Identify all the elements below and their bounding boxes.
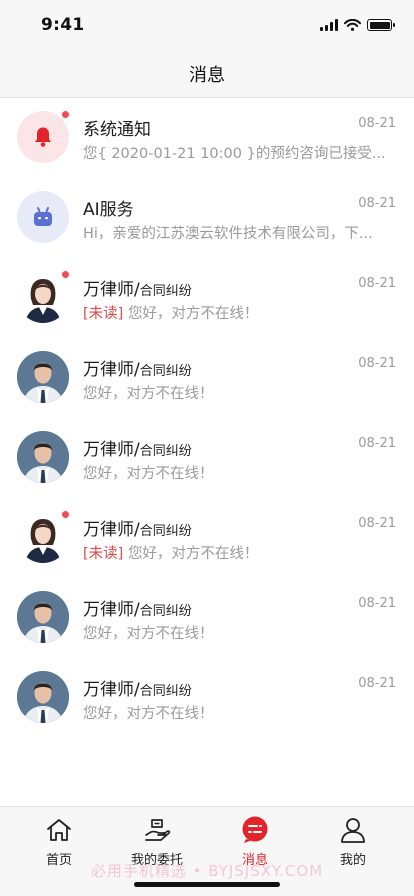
message-subtitle: 合同纠纷 [139,604,192,619]
message-title: 万律师/合同纠纷 [83,680,192,700]
unread-tag: [未读] [83,306,124,322]
message-date: 08-21 [358,116,396,131]
message-date: 08-21 [358,196,396,211]
message-title: 万律师/合同纠纷 [83,440,192,460]
avatar [17,591,69,643]
watermark: 必用手机精选 • BYJSJSXY.COM [90,862,324,880]
message-title: AI服务 [83,200,134,220]
message-row-lawyer[interactable]: 万律师/合同纠纷 08-21 您好，对方不在线！ [0,659,414,739]
avatar [17,671,69,723]
message-title: 万律师/合同纠纷 [83,280,192,300]
message-preview: 您好，对方不在线！ [83,706,214,722]
message-date: 08-21 [358,676,396,691]
home-indicator [134,882,280,887]
message-row-lawyer[interactable]: 万律师/合同纠纷 08-21 您好，对方不在线！ [0,419,414,499]
unread-dot [61,110,70,119]
avatar [17,510,70,563]
avatar [17,351,69,403]
woman-lawyer-avatar [17,511,69,563]
message-title: 万律师/合同纠纷 [83,520,192,540]
message-preview: 您好，对方不在线！ [83,466,214,482]
message-preview: [未读] 您好，对方不在线！ [83,306,259,322]
avatar [17,110,70,163]
status-icons [320,19,395,31]
woman-lawyer-avatar [17,271,69,323]
message-subtitle: 合同纠纷 [139,524,192,539]
message-title: 万律师/合同纠纷 [83,360,192,380]
home-icon [47,819,71,841]
message-preview: 您好，对方不在线！ [83,626,214,642]
message-row-ai[interactable]: AI服务 08-21 Hi，亲爱的江苏澳云软件技术有限公司，下... [0,179,414,259]
bell-icon [35,127,51,147]
message-title: 系统通知 [83,120,151,140]
battery-icon [367,19,395,31]
message-preview: 您好，对方不在线！ [83,386,214,402]
message-date: 08-21 [358,596,396,611]
status-bar: 9:41 [0,0,414,50]
status-time: 9:41 [41,15,85,35]
nav-bar: 消息 [0,50,414,98]
message-date: 08-21 [358,356,396,371]
message-row-lawyer[interactable]: 万律师/合同纠纷 08-21 您好，对方不在线！ [0,339,414,419]
message-list: 系统通知 08-21 您{ 2020-01-21 10:00 }的预约咨询已接受… [0,99,414,739]
message-preview: 您{ 2020-01-21 10:00 }的预约咨询已接受... [83,146,386,162]
user-icon [341,818,365,843]
message-icon [242,816,268,843]
man-lawyer-avatar [17,351,69,403]
man-lawyer-avatar [17,671,69,723]
man-lawyer-avatar [17,431,69,483]
avatar [17,270,70,323]
unread-dot [61,510,70,519]
man-lawyer-avatar [17,591,69,643]
robot-icon [34,207,52,226]
message-subtitle: 合同纠纷 [139,444,192,459]
message-subtitle: 合同纠纷 [139,364,192,379]
message-row-system[interactable]: 系统通知 08-21 您{ 2020-01-21 10:00 }的预约咨询已接受… [0,99,414,179]
message-row-lawyer[interactable]: 万律师/合同纠纷 08-21 [未读] 您好，对方不在线！ [0,499,414,579]
message-subtitle: 合同纠纷 [139,284,192,299]
message-date: 08-21 [358,276,396,291]
unread-tag: [未读] [83,546,124,562]
message-title: 万律师/合同纠纷 [83,600,192,620]
message-subtitle: 合同纠纷 [139,684,192,699]
wifi-icon [344,19,361,31]
message-preview: Hi，亲爱的江苏澳云软件技术有限公司，下... [83,226,373,242]
handshake-icon [145,819,171,841]
message-preview: [未读] 您好，对方不在线！ [83,546,259,562]
message-date: 08-21 [358,516,396,531]
message-row-lawyer[interactable]: 万律师/合同纠纷 08-21 [未读] 您好，对方不在线！ [0,259,414,339]
message-date: 08-21 [358,436,396,451]
avatar [17,191,69,243]
signal-icon [320,19,338,31]
unread-dot [61,270,70,279]
message-row-lawyer[interactable]: 万律师/合同纠纷 08-21 您好，对方不在线！ [0,579,414,659]
page-title: 消息 [189,64,225,86]
avatar [17,431,69,483]
